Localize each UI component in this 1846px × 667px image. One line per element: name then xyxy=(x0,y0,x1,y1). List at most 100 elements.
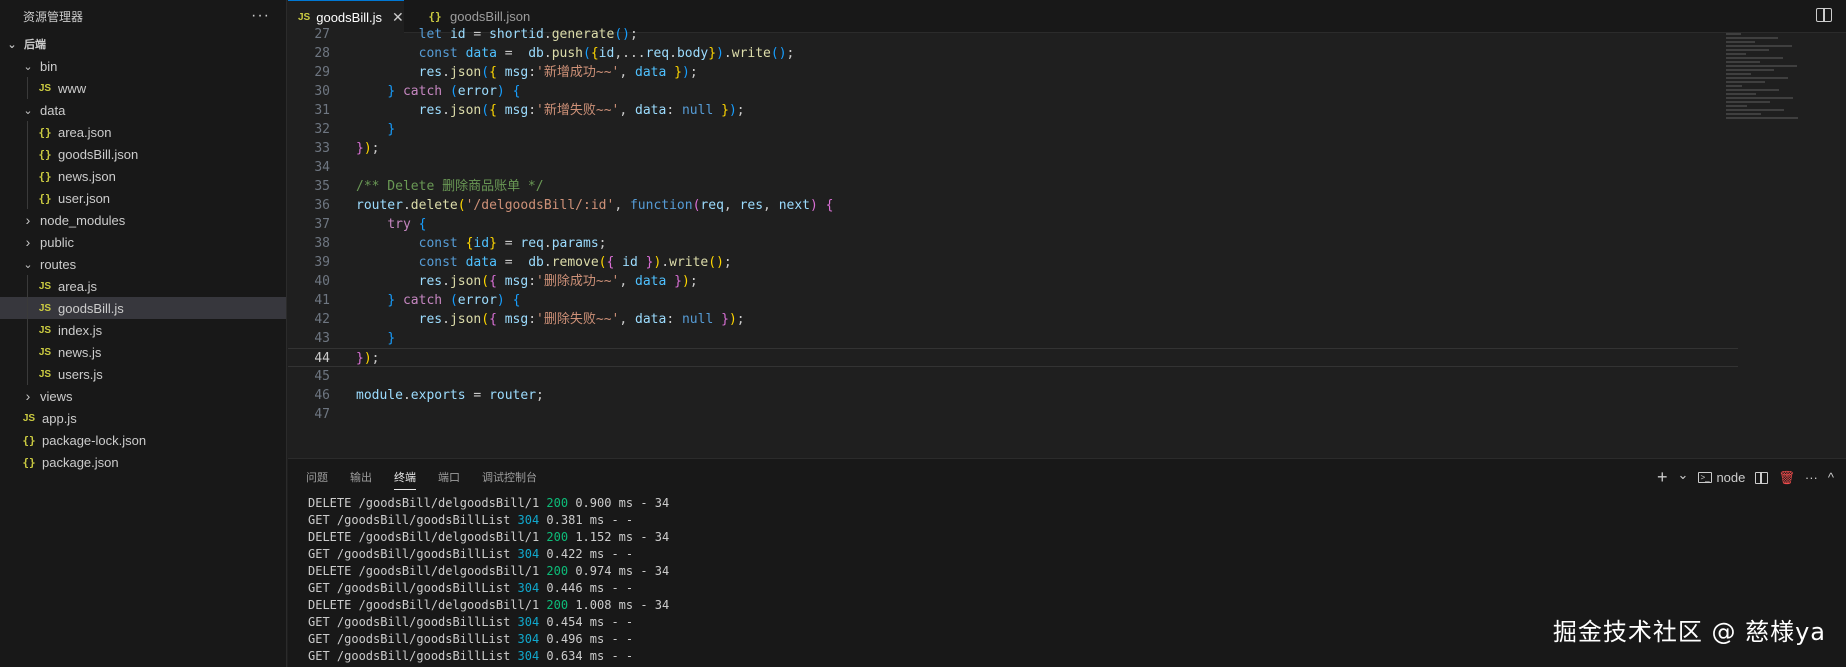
tree-item[interactable]: JS news.js xyxy=(0,341,286,363)
trash-icon[interactable]: 🗑 xyxy=(1778,470,1795,486)
terminal-output[interactable]: DELETE /goodsBill/delgoodsBill/1 200 0.9… xyxy=(308,495,669,665)
tree-item[interactable]: ⌄ bin xyxy=(0,55,286,77)
chevron-right-icon[interactable]: › xyxy=(20,234,36,250)
code-line[interactable]: 27 let id = shortid.generate(); xyxy=(288,25,1738,44)
file-tree: ⌄ 后端 ⌄ bin JS www ⌄ data {} area.json {} goodsBill.… xyxy=(0,33,286,473)
tree-item[interactable]: ⌄ data xyxy=(0,99,286,121)
chevron-down-icon[interactable]: ⌄ xyxy=(20,258,36,271)
terminal-line: GET /goodsBill/goodsBillList 304 0.496 m… xyxy=(308,631,669,648)
js-file-icon: JS xyxy=(38,346,52,358)
line-number: 29 xyxy=(314,65,330,80)
code-line[interactable]: 45 xyxy=(288,367,1738,386)
split-editor-icon[interactable] xyxy=(1816,8,1832,22)
chevron-down-icon[interactable]: ⌄ xyxy=(4,38,20,51)
code-token: : xyxy=(528,312,537,327)
more-icon[interactable]: ··· xyxy=(1805,470,1818,485)
code-token: msg xyxy=(504,103,529,118)
panel-tab[interactable]: 调试控制台 xyxy=(482,469,537,490)
tree-item[interactable]: JS index.js xyxy=(0,319,286,341)
tree-item[interactable]: {} package.json xyxy=(0,451,286,473)
code-line[interactable]: 32 } xyxy=(288,120,1738,139)
code-token: ( xyxy=(481,65,490,80)
code-line[interactable]: 39 const data = db.remove({ id }).write(… xyxy=(288,253,1738,272)
tree-item[interactable]: JS area.js xyxy=(0,275,286,297)
code-line[interactable]: 42 res.json({ msg:'删除失败~~', data: null }… xyxy=(288,310,1738,329)
code-editor[interactable]: 27 let id = shortid.generate(); 28 const … xyxy=(288,27,1846,457)
code-line[interactable]: 28 const data = db.push({id,...req.body}… xyxy=(288,44,1738,63)
code-token: ( xyxy=(481,312,490,327)
chevron-down-icon[interactable]: ⌄ xyxy=(1678,467,1689,483)
status-code: 200 xyxy=(546,598,569,612)
code-token: : xyxy=(528,103,537,118)
tree-item[interactable]: ⌄ routes xyxy=(0,253,286,275)
code-line[interactable]: 46 module.exports = router; xyxy=(288,386,1738,405)
code-token: ; xyxy=(736,312,745,327)
maximize-panel-icon[interactable]: ^ xyxy=(1828,470,1834,485)
tree-item[interactable]: {} area.json xyxy=(0,121,286,143)
tree-item[interactable]: {} user.json xyxy=(0,187,286,209)
chevron-down-icon[interactable]: ⌄ xyxy=(20,60,36,73)
code-line[interactable]: 35 /** Delete 删除商品账单 */ xyxy=(288,177,1738,196)
tree-item[interactable]: › node_modules xyxy=(0,209,286,231)
tree-item[interactable]: JS www xyxy=(0,77,286,99)
tree-item[interactable]: ⌄ 后端 xyxy=(0,33,286,55)
code-token: module xyxy=(356,388,403,403)
code-line[interactable]: 31 res.json({ msg:'新增失败~~', data: null }… xyxy=(288,101,1738,120)
code-line[interactable]: 47 xyxy=(288,405,1738,424)
code-token: ; xyxy=(536,388,544,403)
tree-item-label: bin xyxy=(40,58,58,74)
json-file-icon: {} xyxy=(22,455,36,469)
close-icon[interactable]: ✕ xyxy=(392,9,404,26)
code-token: , xyxy=(723,198,740,213)
code-line[interactable]: 37 try { xyxy=(288,215,1738,234)
tree-item[interactable]: JS users.js xyxy=(0,363,286,385)
code-line[interactable]: 40 res.json({ msg:'删除成功~~', data }); xyxy=(288,272,1738,291)
add-terminal-icon[interactable]: + xyxy=(1657,467,1668,488)
code-line[interactable]: 34 xyxy=(288,158,1738,177)
tree-item[interactable]: › views xyxy=(0,385,286,407)
chevron-right-icon[interactable]: › xyxy=(20,212,36,228)
chevron-down-icon[interactable]: ⌄ xyxy=(20,104,36,117)
code-token: } xyxy=(708,46,717,61)
tree-item[interactable]: JS app.js xyxy=(0,407,286,429)
code-token: { xyxy=(825,198,834,213)
line-number: 46 xyxy=(314,388,330,403)
tree-item[interactable]: {} goodsBill.json xyxy=(0,143,286,165)
split-terminal-icon[interactable] xyxy=(1755,471,1769,484)
code-text: let id = shortid.generate(); xyxy=(356,25,638,44)
code-line[interactable]: 30 } catch (error) { xyxy=(288,82,1738,101)
code-line[interactable]: 43 } xyxy=(288,329,1738,348)
panel-tab[interactable]: 问题 xyxy=(306,469,328,490)
code-line[interactable]: 38 const {id} = req.params; xyxy=(288,234,1738,253)
panel-tab[interactable]: 终端 xyxy=(394,469,416,490)
code-line[interactable]: 29 res.json({ msg:'新增成功~~', data }); xyxy=(288,63,1738,82)
code-line[interactable]: 44}); xyxy=(288,348,1738,367)
minimap[interactable] xyxy=(1726,33,1806,133)
tree-item[interactable]: › public xyxy=(0,231,286,253)
chevron-right-icon[interactable]: › xyxy=(20,388,36,404)
code-token: { xyxy=(489,274,497,289)
line-number: 44 xyxy=(314,351,330,366)
code-token: ) xyxy=(363,141,372,156)
code-line[interactable]: 33}); xyxy=(288,139,1738,158)
panel-tab[interactable]: 端口 xyxy=(438,469,460,490)
request-text: DELETE /goodsBill/delgoodsBill/1 xyxy=(308,530,547,544)
tree-item[interactable]: {} news.json xyxy=(0,165,286,187)
tree-item[interactable]: {} package-lock.json xyxy=(0,429,286,451)
code-token: delete xyxy=(410,198,458,213)
code-token: ) xyxy=(496,84,505,99)
timing-text: 0.974 ms - 34 xyxy=(568,564,670,578)
status-code: 200 xyxy=(546,496,569,510)
code-line[interactable]: 41 } catch (error) { xyxy=(288,291,1738,310)
terminal-selector[interactable]: >_ node xyxy=(1698,470,1745,485)
code-line[interactable]: 36 router.delete('/delgoodsBill/:id', fun… xyxy=(288,196,1738,215)
tree-item[interactable]: JS goodsBill.js xyxy=(0,297,286,319)
line-number: 36 xyxy=(314,198,330,213)
more-actions-icon[interactable]: ··· xyxy=(251,7,270,25)
panel-tab[interactable]: 输出 xyxy=(350,469,372,490)
code-token: = xyxy=(496,255,529,270)
code-token: catch xyxy=(402,84,443,99)
